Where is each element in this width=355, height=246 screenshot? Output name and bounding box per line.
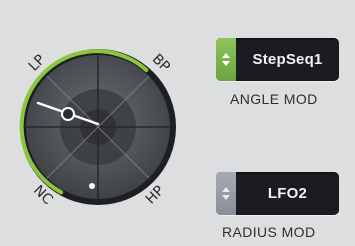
arrow-down-icon[interactable]: [222, 61, 230, 66]
radius-mod-label: RADIUS MOD: [222, 224, 316, 240]
angle-mod-value: StepSeq1: [252, 51, 323, 68]
radius-mod-stepper[interactable]: [216, 172, 236, 215]
filter-morph-panel: LP BP NC HP StepSeq1 ANGLE MOD LFO2 RADI…: [0, 0, 355, 246]
arrow-up-icon[interactable]: [222, 187, 230, 192]
morph-xy-dial[interactable]: LP BP NC HP: [0, 0, 200, 246]
radius-mod-selector[interactable]: LFO2: [216, 172, 339, 215]
radius-mod-value: LFO2: [267, 185, 308, 202]
angle-mod-stepper[interactable]: [216, 38, 236, 81]
position-handle[interactable]: [61, 107, 75, 121]
arrow-down-icon[interactable]: [222, 195, 230, 200]
arrow-up-icon[interactable]: [222, 53, 230, 58]
angle-mod-label: ANGLE MOD: [230, 91, 318, 107]
angle-mod-selector[interactable]: StepSeq1: [216, 38, 339, 81]
modulation-dot: [89, 183, 95, 189]
